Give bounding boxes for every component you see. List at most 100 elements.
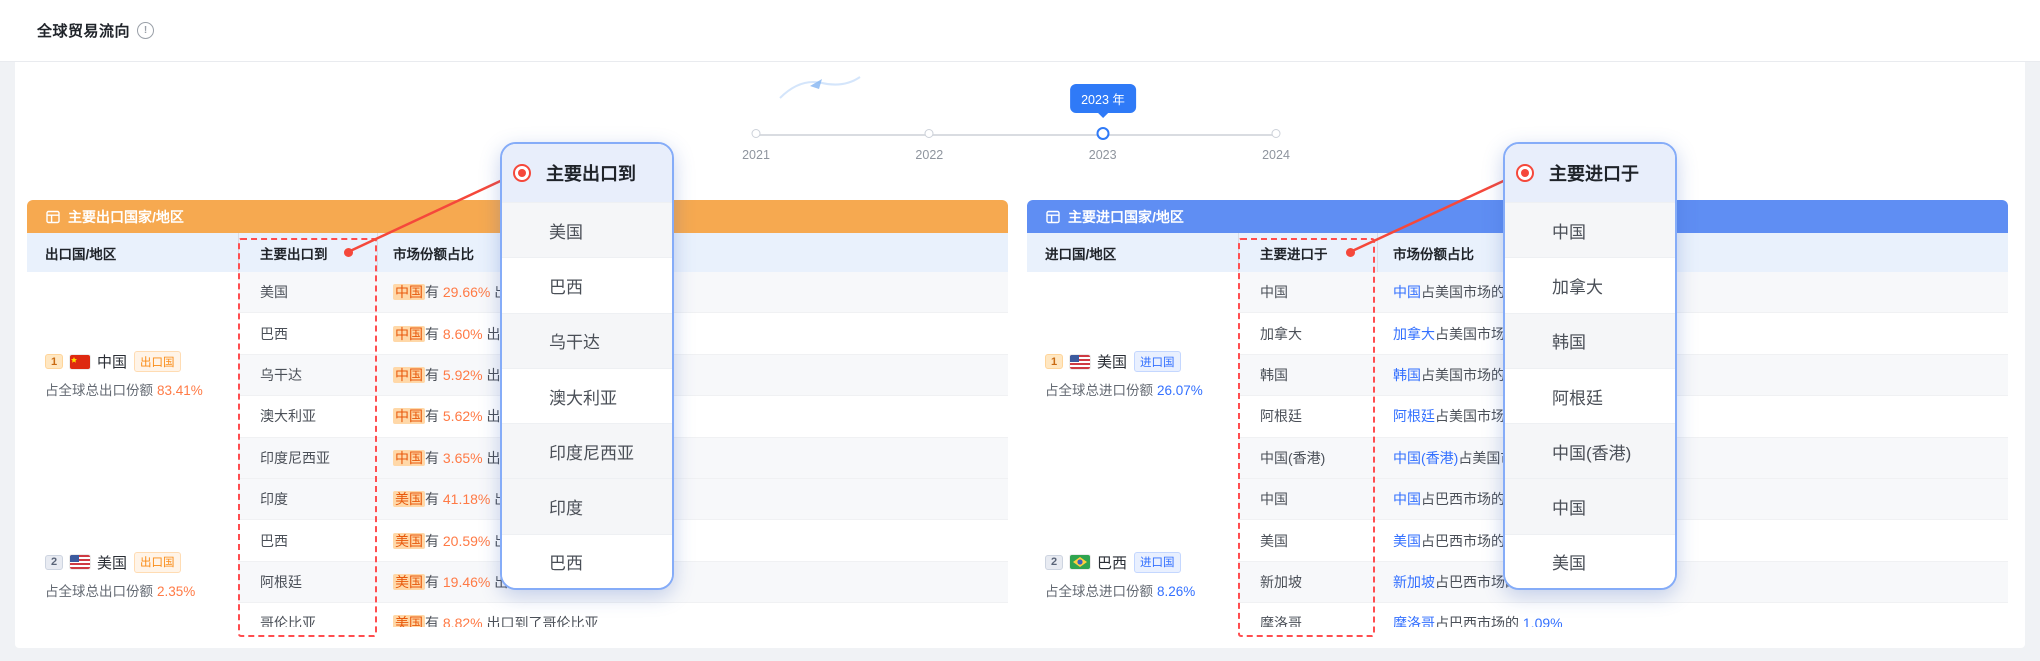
partner-cell: 阿根廷 [1238,406,1377,426]
share-percent: 19.46% [443,574,490,590]
table-icon [45,209,61,225]
year-slider-track[interactable] [756,134,1276,136]
import-popup-title: 主要进口于 [1549,160,1639,186]
partner-cell: 新加坡 [1238,572,1377,592]
market-share-cell: 中国有 3.65% 出口到了印度尼西亚 [377,448,1008,468]
share-percent: 8.82% [443,615,483,627]
trade-flow-page: 全球贸易流向 ! 2021202220232024 2023 年 主要出口国家/… [0,0,2040,661]
popup-item[interactable]: 澳大利亚 [502,368,672,423]
country-cell: 2美国出口国占全球总出口份额2.35% [27,479,238,627]
share-percent: 29.66% [443,284,490,300]
share-country-link[interactable]: 摩洛哥 [1393,615,1435,627]
global-share-value: 26.07% [1157,383,1203,398]
year-slider-dot[interactable] [1272,129,1281,138]
share-country-link[interactable]: 新加坡 [1393,574,1435,590]
market-share-cell: 美国有 41.18% 出口到了印度 [377,489,1008,509]
share-country: 美国 [393,491,425,507]
popup-item[interactable]: 加拿大 [1505,257,1675,312]
popup-item[interactable]: 巴西 [502,534,672,589]
role-tag: 出口国 [134,552,181,573]
import-annotation-dot [1346,248,1355,257]
global-share: 占全球总出口份额83.41% [45,379,238,399]
table-icon [1045,209,1061,225]
share-country-link[interactable]: 中国 [1393,284,1421,300]
column-header: 出口国/地区 [27,243,238,263]
popup-item[interactable]: 中国 [1505,202,1675,257]
map-sketch-icon [772,68,862,108]
market-share-cell: 阿根廷占美国市场的 [1377,406,2008,426]
country-name: 美国 [1097,351,1127,372]
year-tooltip: 2023 年 [1070,84,1136,113]
export-popup-title: 主要出口到 [546,160,636,186]
market-share-cell: 美国有 19.46% 出口到了阿根廷 [377,572,1008,592]
market-share-cell: 摩洛哥占巴西市场的 1.09% [1377,613,2008,627]
share-country-link[interactable]: 中国 [1393,491,1421,507]
role-tag: 进口国 [1134,552,1181,573]
column-header: 主要出口到 [238,233,377,272]
import-popup-header: 主要进口于 [1505,144,1675,202]
share-country: 中国 [393,367,425,383]
export-popup-anchor-icon [513,164,531,182]
market-share-cell: 中国(香港)占美国市场的 [1377,448,2008,468]
rank-badge: 1 [1045,354,1063,369]
market-share-cell: 中国有 29.66% 出口到了美国 [377,282,1008,302]
share-country-link[interactable]: 韩国 [1393,367,1421,383]
popup-item[interactable]: 中国(香港) [1505,423,1675,478]
global-share: 占全球总出口份额2.35% [45,580,238,600]
year-tick-label: 2021 [742,148,770,162]
partner-cell: 中国 [1238,489,1377,509]
share-percent: 5.62% [443,408,483,424]
year-tick-label: 2023 [1089,148,1117,162]
market-share-cell: 加拿大占美国市场的 [1377,324,2008,344]
page-header: 全球贸易流向 ! [0,0,2040,62]
us-flag-icon [1070,355,1090,369]
popup-item[interactable]: 阿根廷 [1505,368,1675,423]
popup-item[interactable]: 巴西 [502,257,672,312]
partner-cell: 哥伦比亚 [238,613,377,627]
import-popup-anchor-icon [1516,164,1534,182]
info-icon[interactable]: ! [137,22,154,39]
share-percent: 3.65% [443,450,483,466]
country-name: 美国 [97,552,127,573]
year-slider-handle[interactable] [1096,127,1109,140]
share-country-link[interactable]: 阿根廷 [1393,408,1435,424]
popup-item[interactable]: 美国 [502,202,672,257]
partner-cell: 韩国 [1238,365,1377,385]
year-slider-dot[interactable] [925,129,934,138]
popup-item[interactable]: 中国 [1505,478,1675,533]
share-percent: 1.09% [1523,615,1563,627]
popup-item[interactable]: 美国 [1505,534,1675,589]
share-country: 美国 [393,615,425,627]
popup-item[interactable]: 印度 [502,478,672,533]
partner-cell: 巴西 [238,531,377,551]
market-share-cell: 中国有 5.92% 出口到了乌干达 [377,365,1008,385]
share-country-link[interactable]: 美国 [1393,533,1421,549]
global-share: 占全球总进口份额26.07% [1045,379,1238,399]
column-header: 市场份额占比 [1377,233,2008,272]
global-share-value: 83.41% [157,383,203,398]
year-slider-dot[interactable] [752,129,761,138]
popup-item[interactable]: 韩国 [1505,313,1675,368]
country-cell: 1美国进口国占全球总进口份额26.07% [1027,272,1238,479]
market-share-cell: 新加坡占巴西市场的 [1377,572,2008,592]
share-country-link[interactable]: 加拿大 [1393,326,1435,342]
rank-badge: 1 [45,354,63,369]
export-column-popup: 主要出口到 美国巴西乌干达澳大利亚印度尼西亚印度巴西 [500,142,674,590]
column-header: 市场份额占比 [377,233,1008,272]
popup-item[interactable]: 乌干达 [502,313,672,368]
export-popup-header: 主要出口到 [502,144,672,202]
market-share-cell: 韩国占美国市场的 [1377,365,2008,385]
popup-item[interactable]: 印度尼西亚 [502,423,672,478]
br-flag-icon [1070,555,1090,569]
share-country-link[interactable]: 中国(香港) [1393,450,1458,466]
market-share-cell: 中国占巴西市场的 [1377,489,2008,509]
partner-cell: 加拿大 [1238,324,1377,344]
partner-cell: 中国 [1238,282,1377,302]
partner-cell: 澳大利亚 [238,406,377,426]
share-country: 美国 [393,574,425,590]
country-name: 中国 [97,351,127,372]
rank-badge: 2 [1045,555,1063,570]
import-table-title: 主要进口国家/地区 [1068,207,1184,227]
partner-cell: 中国(香港) [1238,448,1377,468]
share-percent: 5.92% [443,367,483,383]
